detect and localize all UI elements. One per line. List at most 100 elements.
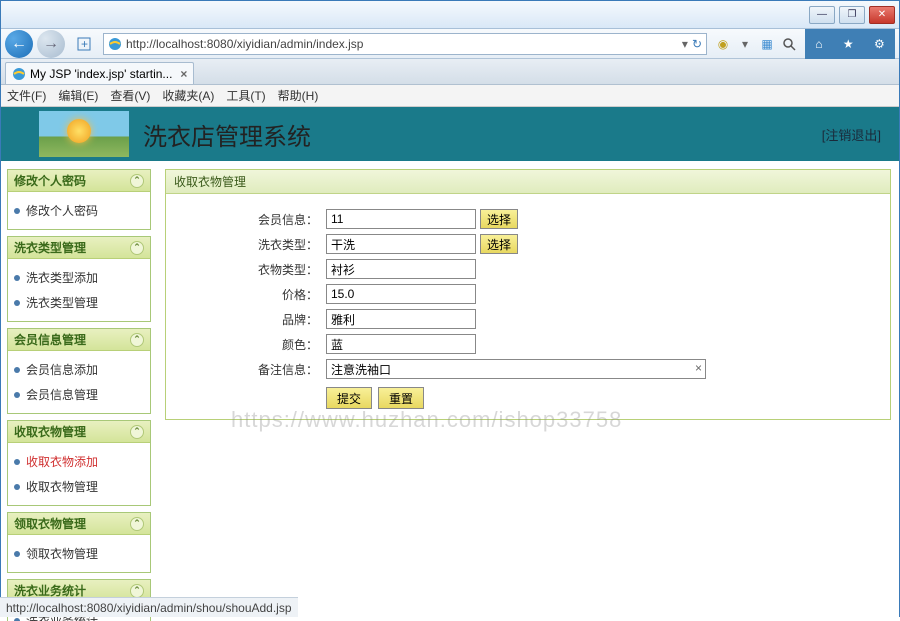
sidebar-panel: 收取衣物管理⌃ 收取衣物添加收取衣物管理 <box>7 420 151 506</box>
app-logo <box>39 111 129 157</box>
label-remark: 备注信息： <box>166 361 326 378</box>
logout-link[interactable]: [注销退出] <box>822 125 881 144</box>
menu-favorites[interactable]: 收藏夹(A) <box>162 87 214 104</box>
sidebar-item[interactable]: 领取衣物管理 <box>12 541 146 566</box>
sidebar-item-label: 会员信息管理 <box>26 386 98 403</box>
panel-body: 领取衣物管理 <box>8 535 150 572</box>
collapse-icon[interactable]: ⌃ <box>130 425 144 439</box>
sidebar-item[interactable]: 会员信息管理 <box>12 382 146 407</box>
sidebar-item[interactable]: 洗衣类型添加 <box>12 265 146 290</box>
panel-title: 会员信息管理 <box>14 331 86 348</box>
forward-button[interactable]: → <box>37 30 65 58</box>
main-content: 收取衣物管理 会员信息：选择 洗衣类型：选择 衣物类型： 价格： 品牌： 颜色：… <box>157 161 899 621</box>
refresh-icon[interactable]: ↻ <box>692 37 702 51</box>
minimize-button[interactable]: — <box>809 6 835 24</box>
sidebar-item[interactable]: 会员信息添加 <box>12 357 146 382</box>
panel-header[interactable]: 会员信息管理 ⌃ <box>8 329 150 351</box>
menu-file[interactable]: 文件(F) <box>7 87 46 104</box>
sidebar-item[interactable]: 收取衣物添加 <box>12 449 146 474</box>
collapse-icon[interactable]: ⌃ <box>130 333 144 347</box>
panel-header[interactable]: 收取衣物管理⌃ <box>8 421 150 443</box>
input-member[interactable] <box>326 209 476 229</box>
status-bar: http://localhost:8080/xiyidian/admin/sho… <box>0 597 298 617</box>
panel-header[interactable]: 修改个人密码 ⌃ <box>8 170 150 192</box>
sidebar-item-label: 会员信息添加 <box>26 361 98 378</box>
sidebar-item-label: 洗衣类型管理 <box>26 294 98 311</box>
sidebar-item-label: 洗衣类型添加 <box>26 269 98 286</box>
input-clothtype[interactable] <box>326 259 476 279</box>
input-price[interactable] <box>326 284 476 304</box>
menu-edit[interactable]: 编辑(E) <box>58 87 98 104</box>
panel-body: 洗衣类型添加洗衣类型管理 <box>8 259 150 321</box>
bullet-icon <box>14 618 20 621</box>
input-remark[interactable] <box>326 359 706 379</box>
collapse-icon[interactable]: ⌃ <box>130 241 144 255</box>
favorites-icon[interactable]: ★ <box>843 37 854 51</box>
reset-button[interactable]: 重置 <box>378 387 424 409</box>
panel-header[interactable]: 领取衣物管理⌃ <box>8 513 150 535</box>
browser-tab[interactable]: My JSP 'index.jsp' startin... × <box>5 62 194 84</box>
input-washtype[interactable] <box>326 234 476 254</box>
app-banner: 洗衣店管理系统 [注销退出] <box>1 107 899 161</box>
sidebar-item[interactable]: 洗衣类型管理 <box>12 290 146 315</box>
dropdown-icon[interactable]: ▾ <box>682 37 688 51</box>
back-button[interactable]: ← <box>5 30 33 58</box>
label-member: 会员信息： <box>166 211 326 228</box>
sidebar-panel: 领取衣物管理⌃ 领取衣物管理 <box>7 512 151 573</box>
submit-button[interactable]: 提交 <box>326 387 372 409</box>
settings-icon[interactable]: ⚙ <box>874 37 885 51</box>
menu-view[interactable]: 查看(V) <box>110 87 150 104</box>
collapse-icon[interactable]: ⌃ <box>130 174 144 188</box>
panel-title: 修改个人密码 <box>14 172 86 189</box>
bullet-icon <box>14 208 20 214</box>
sidebar-item-label: 修改个人密码 <box>26 202 98 219</box>
navbar-right-icons: ◉ ▾ ▦ <box>711 36 801 52</box>
sidebar-item[interactable]: 收取衣物管理 <box>12 474 146 499</box>
search-icon[interactable] <box>781 36 797 52</box>
select-washtype-button[interactable]: 选择 <box>480 234 518 254</box>
clear-icon[interactable]: × <box>695 361 702 375</box>
menu-help[interactable]: 帮助(H) <box>278 87 319 104</box>
panel-body: 会员信息添加会员信息管理 <box>8 351 150 413</box>
ie-icon <box>12 67 26 81</box>
panel-title: 洗衣类型管理 <box>14 239 86 256</box>
window-titlebar: — ❐ ✕ <box>1 1 899 29</box>
dropdown-arrow-icon[interactable]: ▾ <box>737 36 753 52</box>
sidebar-panel: 修改个人密码 ⌃ 修改个人密码 <box>7 169 151 230</box>
menu-tools[interactable]: 工具(T) <box>226 87 265 104</box>
page-icon-button[interactable]: + <box>69 31 99 57</box>
home-icon[interactable]: ⌂ <box>815 37 822 51</box>
sun-icon <box>67 119 91 143</box>
sidebar-panel: 会员信息管理⌃会员信息添加会员信息管理 <box>7 328 151 414</box>
label-price: 价格： <box>166 286 326 303</box>
sidebar-item[interactable]: 修改个人密码 <box>12 198 146 223</box>
label-washtype: 洗衣类型： <box>166 236 326 253</box>
input-color[interactable] <box>326 334 476 354</box>
address-bar[interactable]: ▾ ↻ <box>103 33 707 55</box>
panel-body: 修改个人密码 <box>8 192 150 229</box>
label-color: 颜色： <box>166 336 326 353</box>
close-button[interactable]: ✕ <box>869 6 895 24</box>
form-box: 收取衣物管理 会员信息：选择 洗衣类型：选择 衣物类型： 价格： 品牌： 颜色：… <box>165 169 891 420</box>
collapse-icon[interactable]: ⌃ <box>130 584 144 598</box>
bullet-icon <box>14 551 20 557</box>
input-brand[interactable] <box>326 309 476 329</box>
tab-bar: My JSP 'index.jsp' startin... × <box>1 59 899 85</box>
sidebar-item-label: 收取衣物管理 <box>26 478 98 495</box>
bullet-icon <box>14 367 20 373</box>
sidebar-item-label: 收取衣物添加 <box>26 453 98 470</box>
sidebar: 修改个人密码⌃修改个人密码洗衣类型管理⌃洗衣类型添加洗衣类型管理会员信息管理⌃会… <box>1 161 157 621</box>
extension-icon[interactable]: ▦ <box>759 36 775 52</box>
security-icon[interactable]: ◉ <box>715 36 731 52</box>
sidebar-panel: 洗衣类型管理⌃洗衣类型添加洗衣类型管理 <box>7 236 151 322</box>
maximize-button[interactable]: ❐ <box>839 6 865 24</box>
collapse-icon[interactable]: ⌃ <box>130 517 144 531</box>
tab-close-icon[interactable]: × <box>180 67 187 81</box>
svg-text:+: + <box>81 37 88 51</box>
menu-bar: 文件(F) 编辑(E) 查看(V) 收藏夹(A) 工具(T) 帮助(H) <box>1 85 899 107</box>
ie-icon <box>108 37 122 51</box>
url-input[interactable] <box>126 37 678 51</box>
panel-header[interactable]: 洗衣类型管理 ⌃ <box>8 237 150 259</box>
select-member-button[interactable]: 选择 <box>480 209 518 229</box>
bullet-icon <box>14 392 20 398</box>
